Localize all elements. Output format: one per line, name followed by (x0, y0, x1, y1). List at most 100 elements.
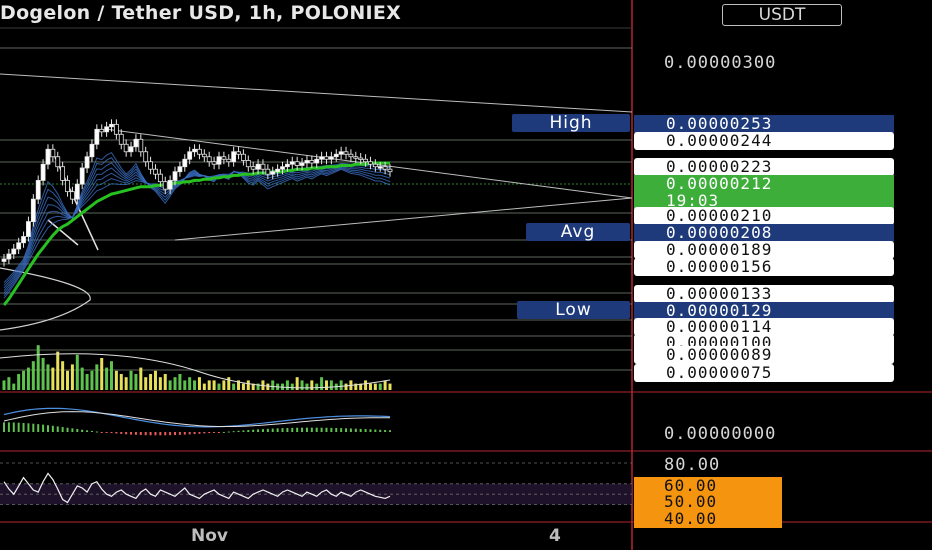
volume-bar-19 (95, 364, 99, 390)
volume-bar-5 (26, 367, 30, 390)
volume-bar-42 (207, 380, 211, 390)
volume-bar-76 (373, 383, 377, 390)
candle-body-68 (333, 153, 339, 158)
candle-body-78 (382, 166, 388, 170)
candle-body-30 (148, 161, 153, 170)
volume-bar-58 (285, 380, 289, 390)
candle-body-70 (343, 151, 349, 155)
volume-bar-4 (22, 370, 26, 390)
macd-hist-bar-21 (105, 432, 108, 433)
candle-body-12 (60, 166, 66, 181)
macd-signal-line (3, 411, 391, 427)
macd-hist-bar-61 (301, 427, 304, 432)
volume-bar-1 (7, 377, 11, 390)
macd-hist-bar-62 (305, 427, 308, 432)
macd-hist-bar-72 (354, 428, 357, 432)
macd-hist-bar-14 (71, 428, 74, 432)
macd-hist-bar-77 (379, 429, 382, 432)
macd-hist-bar-1 (7, 422, 10, 432)
candle-body-53 (260, 163, 266, 170)
macd-hist-bar-29 (144, 432, 147, 436)
macd-hist-bar-79 (389, 430, 391, 432)
candle-body-45 (221, 156, 227, 160)
macd-hist-bar-2 (12, 422, 15, 432)
currency-selector-button[interactable]: USDT (722, 4, 842, 26)
macd-hist-bar-69 (340, 428, 343, 432)
macd-hist-bar-52 (257, 429, 260, 432)
candle-body-31 (153, 168, 158, 175)
candle-body-60 (294, 161, 300, 166)
volume-bar-33 (163, 374, 167, 390)
candle-body-0 (1, 258, 7, 262)
macd-hist-bar-39 (193, 432, 196, 435)
macd-hist-bar-49 (242, 430, 245, 432)
macd-hist-bar-71 (349, 428, 352, 432)
chart-title: Dogelon / Tether USD, 1h, POLONIEX (0, 2, 402, 24)
time-axis-label-4: 4 (549, 526, 561, 546)
price-tag-1: 0.00000244 (634, 132, 894, 150)
candle-body-16 (79, 167, 85, 185)
macd-hist-bar-70 (345, 428, 348, 432)
macd-hist-bar-4 (22, 422, 25, 432)
volume-bar-75 (368, 383, 372, 390)
macd-hist-bar-46 (227, 431, 230, 433)
volume-bar-13 (66, 370, 70, 390)
candle-body-24 (118, 133, 124, 145)
candle-body-29 (143, 151, 149, 163)
candle-body-4 (21, 236, 26, 244)
volume-bar-31 (153, 370, 157, 390)
volume-bar-24 (119, 374, 123, 390)
macd-hist-bar-33 (164, 432, 167, 436)
macd-hist-bar-58 (286, 427, 289, 432)
volume-bar-46 (227, 377, 231, 390)
macd-hist-bar-63 (310, 427, 313, 432)
macd-hist-bar-36 (178, 432, 181, 435)
candle-body-47 (231, 151, 237, 163)
candle-body-77 (377, 166, 383, 169)
candle-body-20 (99, 128, 105, 133)
candle-body-40 (197, 148, 202, 155)
macd-hist-bar-47 (232, 431, 235, 433)
volume-bar-43 (212, 380, 216, 390)
candle-body-63 (309, 160, 315, 164)
volume-bar-22 (109, 361, 113, 390)
macd-hist-bar-35 (174, 432, 177, 436)
candle-body-73 (358, 157, 364, 160)
macd-hist-bar-40 (198, 432, 201, 434)
candle-body-37 (182, 158, 188, 168)
volume-bar-7 (36, 345, 40, 390)
volume-bar-32 (158, 377, 162, 390)
candle-body-43 (211, 161, 217, 165)
candle-body-65 (319, 156, 324, 160)
volume-bar-12 (61, 361, 65, 390)
candle-body-3 (16, 242, 22, 250)
volume-bar-21 (105, 367, 109, 390)
candle-body-13 (65, 180, 70, 193)
macd-hist-bar-27 (134, 432, 137, 435)
volume-bar-62 (305, 383, 309, 390)
macd-hist-bar-74 (364, 429, 367, 432)
volume-bar-14 (70, 364, 74, 390)
macd-hist-bar-59 (291, 427, 294, 432)
volume-bar-61 (300, 380, 304, 390)
macd-hist-bar-57 (281, 428, 284, 432)
macd-hist-bar-75 (369, 429, 372, 432)
candle-body-51 (250, 166, 256, 170)
candle-body-1 (6, 253, 12, 260)
volume-bar-29 (144, 377, 148, 390)
macd-hist-bar-51 (252, 429, 255, 432)
macd-hist-bar-26 (130, 432, 133, 435)
candle-body-56 (275, 168, 281, 173)
macd-hist-bar-45 (222, 431, 225, 433)
macd-hist-bar-31 (154, 432, 157, 436)
candle-body-38 (187, 151, 193, 160)
candle-body-42 (206, 156, 212, 163)
macd-hist-bar-6 (32, 423, 35, 432)
macd-hist-bar-17 (86, 430, 89, 432)
macd-hist-bar-11 (56, 426, 59, 432)
volume-bar-2 (12, 383, 16, 390)
candle-body-33 (162, 181, 168, 190)
volume-bar-39 (193, 380, 197, 390)
candle-body-39 (192, 148, 197, 153)
macd-hist-bar-0 (3, 422, 5, 432)
